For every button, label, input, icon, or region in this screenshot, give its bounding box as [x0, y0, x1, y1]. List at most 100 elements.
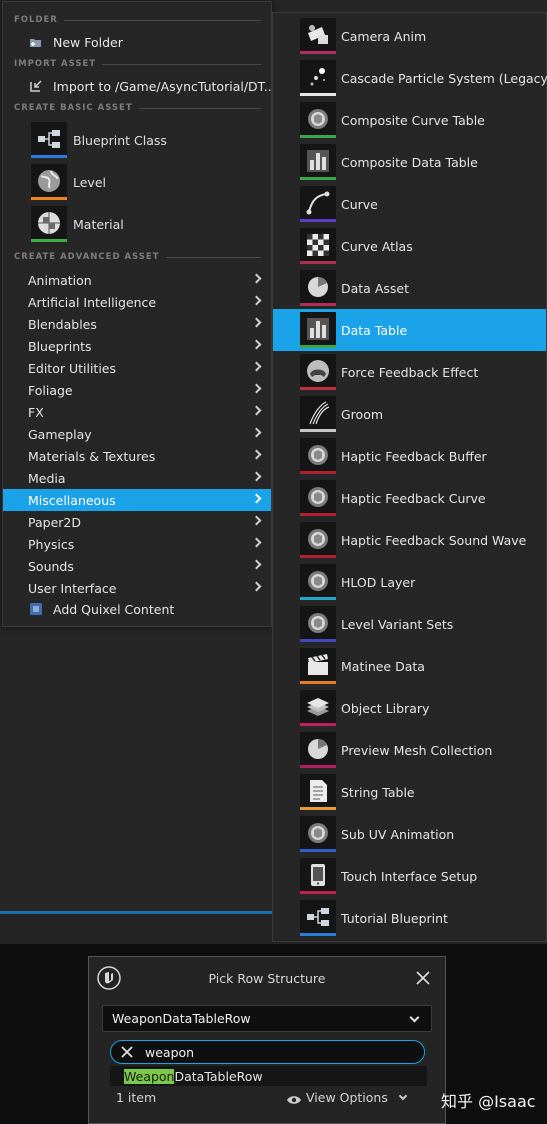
phone-icon [300, 858, 336, 894]
sub-item-label: Tutorial Blueprint [341, 910, 448, 926]
generic-asset-icon [300, 522, 336, 558]
category-label: Sounds [28, 558, 74, 574]
haptic-feedback-sound-wave-item[interactable]: Haptic Feedback Sound Wave [273, 519, 546, 561]
section-header-advanced: CREATE ADVANCED ASSET [3, 250, 271, 264]
category-materials-textures[interactable]: Materials & Textures [3, 445, 271, 467]
new-folder-item[interactable]: New Folder [3, 31, 271, 53]
material-sphere-icon [31, 206, 67, 242]
force-feedback-effect-item[interactable]: Force Feedback Effect [273, 351, 546, 393]
data-asset-item[interactable]: Data Asset [273, 267, 546, 309]
chevron-right-icon [251, 361, 262, 372]
composite-curve-table-item[interactable]: Composite Curve Table [273, 99, 546, 141]
sub-item-label: Data Table [341, 322, 408, 338]
category-blendables[interactable]: Blendables [3, 313, 271, 335]
hlod-layer-item[interactable]: HLOD Layer [273, 561, 546, 603]
category-animation[interactable]: Animation [3, 269, 271, 291]
miscellaneous-submenu: Camera Anim Cascade Particle System (Leg… [272, 12, 547, 942]
material-item[interactable]: Material [3, 203, 271, 245]
watermark: 知乎 @Isaac [441, 1092, 536, 1111]
level-variant-sets-item[interactable]: Level Variant Sets [273, 603, 546, 645]
category-label: Miscellaneous [28, 492, 116, 508]
groom-item[interactable]: Groom [273, 393, 546, 435]
close-icon[interactable] [415, 970, 431, 986]
result-rest: DataTableRow [174, 1068, 263, 1084]
category-media[interactable]: Media [3, 467, 271, 489]
section-header-basic: CREATE BASIC ASSET [3, 101, 271, 115]
level-item[interactable]: Level [3, 161, 271, 203]
section-header-folder: FOLDER [3, 13, 271, 27]
blueprint-class-item[interactable]: Blueprint Class [3, 119, 271, 161]
generic-asset-icon [300, 480, 336, 516]
object-library-item[interactable]: Object Library [273, 687, 546, 729]
category-fx[interactable]: FX [3, 401, 271, 423]
category-paper2d[interactable]: Paper2D [3, 511, 271, 533]
chevron-down-icon [398, 1091, 408, 1100]
chevron-right-icon [251, 537, 262, 548]
tutorial-blueprint-item[interactable]: Tutorial Blueprint [273, 897, 546, 939]
chevron-right-icon [251, 471, 262, 482]
string-table-item[interactable]: String Table [273, 771, 546, 813]
curve-atlas-item[interactable]: Curve Atlas [273, 225, 546, 267]
chevron-right-icon [251, 317, 262, 328]
chevron-right-icon [251, 515, 262, 526]
category-label: Materials & Textures [28, 448, 156, 464]
sub-item-label: Groom [341, 406, 384, 422]
bar-chart-icon [300, 312, 336, 348]
stack-icon [300, 690, 336, 726]
category-editor-utilities[interactable]: Editor Utilities [3, 357, 271, 379]
category-miscellaneous[interactable]: Miscellaneous [3, 489, 271, 511]
blueprint-icon [300, 900, 336, 936]
clear-search-icon[interactable] [120, 1045, 134, 1059]
category-label: User Interface [28, 580, 117, 596]
search-input[interactable]: weapon [110, 1040, 425, 1064]
cascade-particle-system-item[interactable]: Cascade Particle System (Legacy) [273, 57, 547, 99]
view-options-button[interactable]: View Options [286, 1090, 408, 1105]
curve-item[interactable]: Curve [273, 183, 546, 225]
chevron-right-icon [251, 427, 262, 438]
add-quixel-content-item[interactable]: Add Quixel Content [3, 598, 271, 620]
gamepad-icon [300, 354, 336, 390]
category-gameplay[interactable]: Gameplay [3, 423, 271, 445]
category-user-interface[interactable]: User Interface [3, 577, 271, 599]
data-table-item[interactable]: Data Table [273, 309, 546, 351]
blueprint-icon [31, 122, 67, 158]
chevron-right-icon [251, 339, 262, 350]
sub-item-label: Curve Atlas [341, 238, 413, 254]
camera-anim-item[interactable]: Camera Anim [273, 15, 546, 57]
chevron-right-icon [251, 581, 262, 592]
category-foliage[interactable]: Foliage [3, 379, 271, 401]
pick-row-structure-dialog: Pick Row Structure WeaponDataTableRow we… [88, 956, 446, 1124]
haptic-feedback-buffer-item[interactable]: Haptic Feedback Buffer [273, 435, 546, 477]
add-new-menu: FOLDER New Folder IMPORT ASSET Import to… [2, 1, 276, 627]
category-physics[interactable]: Physics [3, 533, 271, 555]
sub-item-label: Cascade Particle System (Legacy) [341, 70, 547, 86]
category-sounds[interactable]: Sounds [3, 555, 271, 577]
category-label: Physics [28, 536, 75, 552]
category-label: Media [28, 470, 66, 486]
quixel-icon [29, 602, 43, 616]
sub-uv-animation-item[interactable]: Sub UV Animation [273, 813, 546, 855]
chevron-right-icon [251, 449, 262, 460]
touch-interface-setup-item[interactable]: Touch Interface Setup [273, 855, 546, 897]
sub-item-label: Touch Interface Setup [341, 868, 478, 884]
row-structure-dropdown[interactable]: WeaponDataTableRow [102, 1005, 432, 1032]
chevron-right-icon [251, 383, 262, 394]
item-count: 1 item [116, 1090, 157, 1105]
haptic-feedback-curve-item[interactable]: Haptic Feedback Curve [273, 477, 546, 519]
pie-icon [300, 270, 336, 306]
import-icon [29, 79, 43, 93]
section-header-import: IMPORT ASSET [3, 57, 271, 71]
level-label: Level [73, 174, 106, 190]
preview-mesh-collection-item[interactable]: Preview Mesh Collection [273, 729, 546, 771]
category-blueprints[interactable]: Blueprints [3, 335, 271, 357]
sub-item-label: Sub UV Animation [341, 826, 455, 842]
composite-data-table-item[interactable]: Composite Data Table [273, 141, 546, 183]
import-label: Import to /Game/AsyncTutorial/DT... [53, 78, 276, 94]
matinee-data-item[interactable]: Matinee Data [273, 645, 546, 687]
category-label: Blueprints [28, 338, 92, 354]
material-label: Material [73, 216, 124, 232]
category-artificial-intelligence[interactable]: Artificial Intelligence [3, 291, 271, 313]
result-row[interactable]: Weapon DataTableRow [110, 1066, 427, 1086]
import-asset-item[interactable]: Import to /Game/AsyncTutorial/DT... [3, 75, 276, 97]
selected-struct-value: WeaponDataTableRow [112, 1011, 251, 1026]
